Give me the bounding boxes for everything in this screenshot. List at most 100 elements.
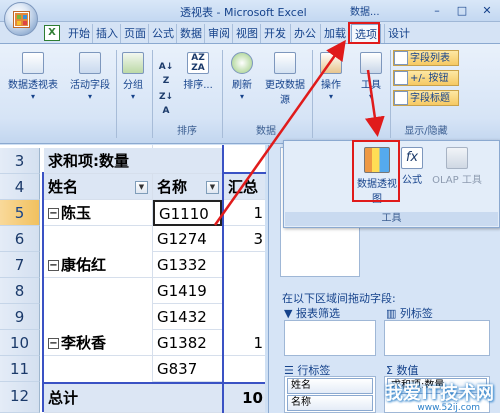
tools-icon bbox=[360, 52, 382, 74]
name-label: 康佑红 bbox=[61, 256, 107, 274]
report-filter-drop-area[interactable] bbox=[284, 320, 376, 356]
collapse-icon[interactable]: − bbox=[48, 208, 59, 219]
ribbon-separator bbox=[116, 50, 117, 138]
office-button[interactable] bbox=[4, 2, 38, 36]
pivot-cell-code[interactable]: G1432 bbox=[153, 304, 222, 330]
olap-tools-button[interactable]: OLAP 工具 bbox=[428, 147, 486, 186]
plus-minus-toggle[interactable]: +/- 按钮 bbox=[393, 70, 459, 86]
column-labels-drop-area[interactable] bbox=[384, 320, 490, 356]
change-source-label: 更改数据源 bbox=[265, 80, 305, 106]
tab-view[interactable]: 视图 bbox=[232, 24, 261, 43]
collapse-icon[interactable]: − bbox=[48, 260, 59, 271]
contextual-tab-header: 数据... bbox=[350, 7, 380, 18]
filter-dropdown-icon[interactable]: ▼ bbox=[135, 181, 148, 194]
pivot-grand-total-label[interactable]: 总计 bbox=[44, 382, 222, 413]
pivot-cell-code[interactable]: G1419 bbox=[153, 278, 222, 304]
actions-label: 操作 bbox=[321, 80, 341, 91]
data-group-label: 数据 bbox=[256, 126, 276, 137]
close-button[interactable]: ✕ bbox=[475, 3, 499, 19]
pivot-row-name[interactable]: − 陈玉 bbox=[44, 200, 152, 226]
tab-data[interactable]: 数据 bbox=[176, 24, 205, 43]
olap-label: OLAP 工具 bbox=[432, 175, 482, 186]
columns-icon: ▥ bbox=[386, 307, 400, 320]
tab-page[interactable]: 页面 bbox=[120, 24, 149, 43]
pivot-cell-code-selected[interactable]: G1110 bbox=[153, 200, 222, 226]
actions-button[interactable]: 操作 ▾ bbox=[314, 52, 348, 102]
row-header[interactable]: 6 bbox=[0, 226, 40, 252]
pivot-cell-code[interactable]: G1382 bbox=[153, 330, 222, 356]
report-filter-area-label: ▼ 报表筛选 bbox=[284, 307, 340, 320]
row-header[interactable]: 3 bbox=[0, 148, 40, 174]
formula-icon: fx bbox=[401, 147, 423, 169]
field-list-toggle[interactable]: 字段列表 bbox=[393, 50, 459, 66]
tab-insert[interactable]: 插入 bbox=[92, 24, 121, 43]
office-logo-icon bbox=[14, 12, 29, 27]
row-header[interactable]: 12 bbox=[0, 382, 40, 413]
pivot-cell-code[interactable]: G1332 bbox=[153, 252, 222, 278]
pivot-cell-code[interactable]: G837 bbox=[153, 356, 222, 382]
group-button[interactable]: 分组 ▾ bbox=[118, 52, 148, 102]
olap-icon bbox=[446, 147, 468, 169]
show-hide-group-label: 显示/隐藏 bbox=[404, 126, 448, 137]
row-header[interactable]: 11 bbox=[0, 356, 40, 382]
active-field-icon bbox=[79, 52, 101, 74]
row-header[interactable]: 8 bbox=[0, 278, 40, 304]
sort-dialog-icon: AZ ZA bbox=[187, 52, 209, 74]
tab-review[interactable]: 审阅 bbox=[204, 24, 233, 43]
field-header-label: 字段标题 bbox=[410, 93, 450, 104]
row-header[interactable]: 7 bbox=[0, 252, 40, 278]
group-icon bbox=[122, 52, 144, 74]
sort-desc-icon[interactable]: Z↓ A bbox=[156, 90, 176, 118]
sort-button[interactable]: AZ ZA 排序... bbox=[178, 52, 218, 91]
sort-label: 排序... bbox=[183, 80, 213, 91]
pivot-table-icon bbox=[22, 52, 44, 74]
field-header-toggle[interactable]: 字段标题 bbox=[393, 90, 459, 106]
pivot-cell-value[interactable]: 1 bbox=[224, 200, 265, 226]
pivot-cell-value[interactable]: 1 bbox=[224, 330, 265, 356]
active-field-button[interactable]: 活动字段 ▾ bbox=[64, 52, 116, 102]
tab-developer[interactable]: 开发 bbox=[260, 24, 289, 43]
watermark-logo: 我爱IT技术网 bbox=[385, 383, 494, 404]
excel-quick-access-icon[interactable]: X bbox=[44, 25, 60, 41]
tab-formulas[interactable]: 公式 bbox=[148, 24, 177, 43]
pivot-cell-code[interactable]: G1274 bbox=[153, 226, 222, 252]
field-header-icon bbox=[394, 91, 408, 105]
group-label: 分组 bbox=[123, 80, 143, 91]
tab-office[interactable]: 办公 bbox=[290, 24, 319, 43]
pivot-row-name[interactable]: − 李秋香 bbox=[44, 330, 152, 356]
row-header[interactable]: 9 bbox=[0, 304, 40, 330]
tab-home[interactable]: 开始 bbox=[64, 24, 93, 43]
pivot-header-total[interactable]: 汇总 bbox=[224, 174, 265, 200]
plus-minus-icon bbox=[394, 71, 408, 85]
formula-button[interactable]: fx 公式 bbox=[398, 147, 426, 186]
row-header[interactable]: 10 bbox=[0, 330, 40, 356]
row-header[interactable]: 4 bbox=[0, 174, 40, 200]
minimize-button[interactable]: – bbox=[425, 3, 449, 19]
row-header[interactable]: 5 bbox=[0, 200, 40, 226]
tools-button[interactable]: 工具 ▾ bbox=[354, 52, 388, 102]
pivot-table-label: 数据透视表 bbox=[8, 80, 58, 91]
pivot-grand-total-value[interactable]: 10 bbox=[224, 382, 265, 413]
refresh-label: 刷新 bbox=[232, 80, 252, 91]
change-source-button[interactable]: 更改数据源 bbox=[262, 52, 308, 106]
ribbon-separator bbox=[222, 50, 223, 138]
pivot-table-button[interactable]: 数据透视表 ▾ bbox=[6, 52, 60, 102]
pivot-data-header[interactable]: 求和项:数量 bbox=[44, 148, 222, 174]
collapse-icon[interactable]: − bbox=[48, 338, 59, 349]
refresh-button[interactable]: 刷新 ▾ bbox=[224, 52, 260, 102]
plus-minus-label: +/- 按钮 bbox=[410, 73, 449, 84]
tab-design[interactable]: 设计 bbox=[384, 24, 413, 43]
name-label: 陈玉 bbox=[61, 204, 92, 222]
ribbon-separator bbox=[152, 50, 153, 138]
maximize-button[interactable]: □ bbox=[450, 3, 474, 19]
tab-addins[interactable]: 加载 bbox=[320, 24, 349, 43]
name-label: 李秋香 bbox=[61, 334, 107, 352]
row-field-chip[interactable]: 姓名 bbox=[287, 378, 373, 394]
field-list-label: 字段列表 bbox=[410, 53, 450, 64]
sort-asc-icon[interactable]: A↓ Z bbox=[156, 60, 176, 88]
change-source-icon bbox=[274, 52, 296, 74]
pivot-cell-value[interactable]: 3 bbox=[224, 226, 265, 252]
pivot-row-name[interactable]: − 康佑红 bbox=[44, 252, 152, 278]
row-field-chip[interactable]: 名称 bbox=[287, 395, 373, 411]
filter-dropdown-icon[interactable]: ▼ bbox=[206, 181, 219, 194]
